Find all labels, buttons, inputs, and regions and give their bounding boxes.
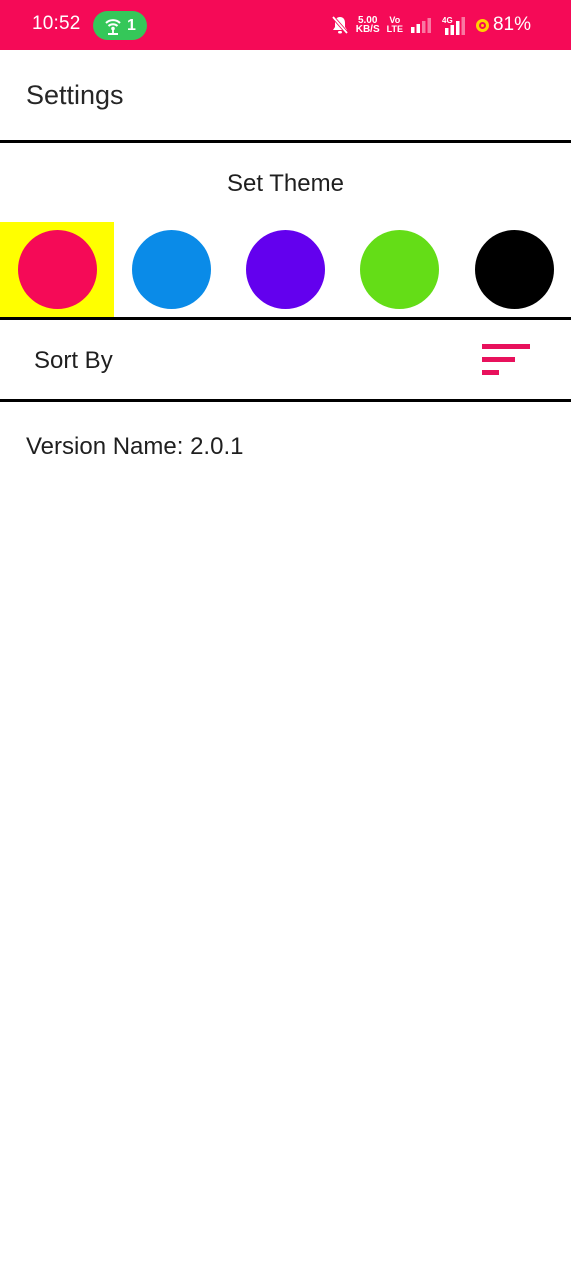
theme-swatch-black[interactable]	[457, 222, 571, 317]
status-time: 10:52	[32, 13, 81, 34]
theme-color-circle	[359, 230, 439, 309]
network-speed-unit: KB/S	[355, 24, 380, 35]
theme-swatch-blue[interactable]	[114, 222, 228, 317]
signal-sim1-icon	[410, 17, 432, 33]
status-bar: 10:52 1 5.00 KB/S Vo LTE 4G 81%	[0, 0, 571, 50]
volte-indicator: Vo LTE	[387, 16, 403, 34]
battery-saver-icon	[475, 18, 489, 32]
divider	[0, 399, 571, 402]
version-name: Version Name: 2.0.1	[26, 433, 244, 460]
network-type: 4G	[442, 16, 453, 25]
hotspot-indicator[interactable]: 1	[93, 11, 147, 40]
divider	[0, 140, 571, 143]
theme-swatch-green[interactable]	[342, 222, 456, 317]
hotspot-count: 1	[127, 16, 136, 34]
theme-color-circle	[17, 230, 97, 309]
theme-color-circle	[474, 230, 554, 309]
theme-swatch-pink[interactable]	[0, 222, 114, 317]
notifications-muted-icon	[331, 15, 349, 35]
theme-color-circle	[131, 230, 211, 309]
divider	[0, 317, 571, 320]
volte-bottom: LTE	[386, 24, 403, 34]
signal-sim2-icon: 4G	[439, 15, 469, 35]
app-bar: Settings	[0, 50, 571, 140]
sort-icon[interactable]	[480, 342, 532, 383]
hotspot-icon	[104, 17, 122, 35]
status-icons: 5.00 KB/S Vo LTE 4G 81%	[331, 10, 531, 40]
theme-color-circle	[245, 230, 325, 309]
network-speed: 5.00 KB/S	[355, 16, 380, 35]
sort-by-label: Sort By	[34, 347, 113, 374]
theme-swatch-purple[interactable]	[228, 222, 342, 317]
battery-percent: 81%	[492, 14, 531, 35]
theme-heading: Set Theme	[227, 170, 344, 197]
page-title: Settings	[26, 80, 124, 110]
sort-by-row[interactable]: Sort By	[0, 321, 571, 399]
